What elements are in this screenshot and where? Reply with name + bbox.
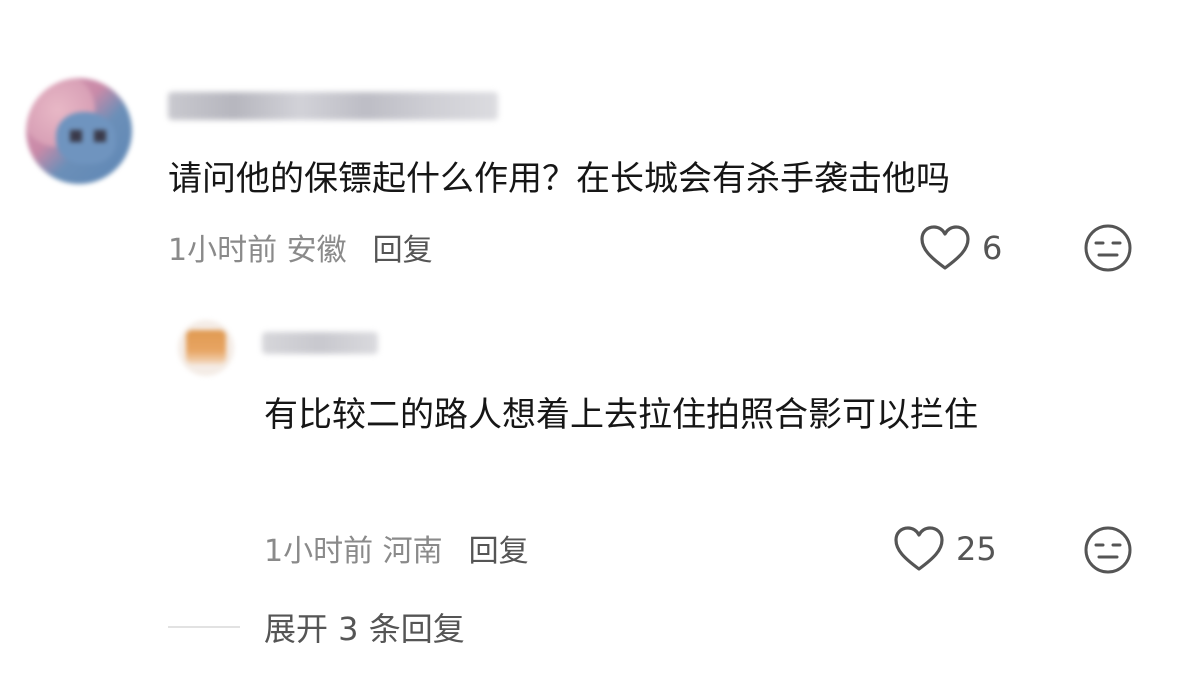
expand-replies[interactable]: 展开 3 条回复: [168, 604, 465, 650]
expand-divider: [168, 626, 240, 628]
replier-avatar[interactable]: [178, 320, 234, 376]
meh-face-icon[interactable]: [1082, 524, 1134, 576]
commenter-avatar[interactable]: [26, 78, 132, 184]
expand-replies-label[interactable]: 展开 3 条回复: [264, 604, 465, 650]
reply-like-button[interactable]: 25: [892, 524, 997, 574]
comment-like-count: 6: [982, 229, 1003, 267]
heart-outline-icon: [894, 526, 944, 571]
comment-time-location: 1小时前 安徽: [168, 233, 347, 268]
reply-reply-button[interactable]: 回复: [469, 534, 529, 569]
comment-like-button[interactable]: 6: [918, 223, 1002, 273]
commenter-username-blurred[interactable]: [168, 92, 498, 120]
reply-text: 有比较二的路人想着上去拉住拍照合影可以拦住: [264, 395, 978, 435]
reply-meta: 1小时前 河南 回复: [264, 526, 529, 570]
reply-like-count: 25: [956, 530, 997, 568]
replier-username-blurred[interactable]: [262, 332, 378, 354]
meh-face-icon[interactable]: [1082, 222, 1134, 274]
heart-outline-icon: [920, 225, 970, 270]
comment-meta: 1小时前 安徽 回复: [168, 225, 433, 269]
comment-text: 请问他的保镖起什么作用？在长城会有杀手袭击他吗: [168, 159, 950, 199]
reply-time-location: 1小时前 河南: [264, 534, 443, 569]
comment-reply-button[interactable]: 回复: [373, 233, 433, 268]
